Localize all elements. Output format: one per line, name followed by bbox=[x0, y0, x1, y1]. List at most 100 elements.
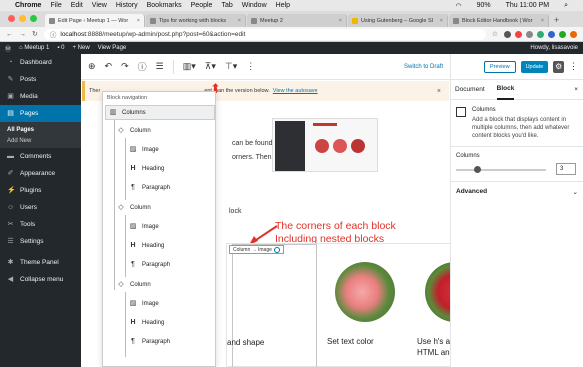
sidebar-item-dashboard[interactable]: ◔ Dashboard bbox=[0, 54, 81, 71]
nav-item-image[interactable]: ▨ Image bbox=[129, 296, 159, 311]
sidebar-item-plugins[interactable]: ⚡ Plugins bbox=[0, 182, 81, 199]
view-autosave-link[interactable]: View the autosave bbox=[273, 88, 318, 94]
nav-item-columns[interactable]: ▥ Columns bbox=[105, 105, 215, 120]
update-button[interactable]: Update bbox=[520, 60, 549, 73]
columns-block-icon[interactable]: ▥▾ bbox=[183, 61, 196, 72]
extension-icon[interactable] bbox=[515, 30, 522, 38]
browser-tab[interactable]: Tips for working with blocks × bbox=[146, 14, 246, 27]
align-icon[interactable]: ⊼▾ bbox=[205, 61, 216, 72]
more-menu-icon[interactable]: ⋮ bbox=[569, 61, 578, 72]
submenu-all-pages[interactable]: All Pages bbox=[0, 124, 81, 135]
browser-tab[interactable]: Block Editor Handbook | Wor × bbox=[449, 14, 549, 27]
redo-icon[interactable]: ↷ bbox=[121, 61, 129, 72]
extension-icon[interactable] bbox=[504, 30, 511, 38]
menu-people[interactable]: People bbox=[191, 2, 213, 9]
screenshot-image[interactable] bbox=[272, 118, 378, 172]
menu-window[interactable]: Window bbox=[242, 2, 267, 9]
profile-avatar[interactable] bbox=[570, 30, 577, 38]
browser-tab[interactable]: Edit Page ‹ Meetup 1 — Wor × bbox=[45, 14, 145, 27]
slider-handle[interactable] bbox=[474, 166, 481, 173]
menu-file[interactable]: File bbox=[50, 2, 61, 9]
menu-edit[interactable]: Edit bbox=[71, 2, 83, 9]
sidebar-item-collapse[interactable]: ◀ Collapse menu bbox=[0, 271, 81, 288]
minimize-window-icon[interactable] bbox=[19, 15, 26, 22]
sidebar-item-users[interactable]: ☺ Users bbox=[0, 199, 81, 216]
nav-item-heading[interactable]: H Heading bbox=[129, 161, 164, 176]
new-tab-button[interactable]: + bbox=[554, 15, 559, 25]
sidebar-item-appearance[interactable]: ✐ Appearance bbox=[0, 165, 81, 182]
extension-icon[interactable] bbox=[559, 30, 566, 38]
close-tab-icon[interactable]: × bbox=[440, 18, 443, 24]
nav-item-column[interactable]: ◇ Column bbox=[117, 123, 150, 138]
paragraph-text[interactable]: orners. Then bbox=[232, 152, 272, 163]
close-tab-icon[interactable]: × bbox=[238, 18, 241, 24]
close-tab-icon[interactable]: × bbox=[541, 18, 544, 24]
menu-history[interactable]: History bbox=[116, 2, 138, 9]
extension-icon[interactable] bbox=[526, 30, 533, 38]
gear-icon[interactable]: ⚙ bbox=[553, 60, 564, 73]
close-icon[interactable]: × bbox=[437, 88, 441, 95]
columns-slider[interactable]: 3 bbox=[456, 163, 578, 175]
clock[interactable]: Thu 11:00 PM bbox=[506, 2, 549, 9]
sidebar-item-pages[interactable]: ▤ Pages bbox=[0, 105, 81, 122]
new-content-link[interactable]: + New bbox=[72, 45, 89, 51]
column-block[interactable]: Set text color bbox=[321, 244, 406, 367]
add-block-icon[interactable]: ⊕ bbox=[88, 61, 96, 72]
battery-label[interactable]: 90% bbox=[477, 2, 491, 9]
submenu-add-new[interactable]: Add New bbox=[0, 135, 81, 146]
undo-icon[interactable]: ↶ bbox=[105, 61, 113, 72]
site-name-link[interactable]: ⌂ Meetup 1 bbox=[19, 45, 49, 51]
sidebar-item-tools[interactable]: ✂ Tools bbox=[0, 216, 81, 233]
howdy-user[interactable]: Howdy, lisasavoie bbox=[530, 45, 578, 51]
comments-count[interactable]: ▪ 0 bbox=[57, 45, 64, 51]
nav-item-paragraph[interactable]: ¶ Paragraph bbox=[129, 257, 170, 272]
sidebar-item-posts[interactable]: ✎ Posts bbox=[0, 71, 81, 88]
block-breadcrumb[interactable]: Column → Image bbox=[229, 245, 284, 254]
block-mover-icon[interactable] bbox=[273, 246, 280, 253]
close-tab-icon[interactable]: × bbox=[339, 18, 342, 24]
nav-item-column[interactable]: ◇ Column bbox=[117, 200, 150, 215]
zoom-window-icon[interactable] bbox=[30, 15, 37, 22]
close-icon[interactable]: × bbox=[574, 80, 578, 99]
tab-document[interactable]: Document bbox=[455, 80, 485, 99]
nav-item-paragraph[interactable]: ¶ Paragraph bbox=[129, 180, 170, 195]
sidebar-item-media[interactable]: ▣ Media bbox=[0, 88, 81, 105]
menu-bookmarks[interactable]: Bookmarks bbox=[147, 2, 182, 9]
nav-item-image[interactable]: ▨ Image bbox=[129, 219, 159, 234]
tab-block[interactable]: Block bbox=[496, 79, 515, 100]
block-navigation-icon[interactable]: ☰ bbox=[156, 61, 164, 72]
close-tab-icon[interactable]: × bbox=[137, 18, 140, 24]
info-icon[interactable]: ⓘ bbox=[138, 60, 147, 73]
paragraph-text[interactable]: lock bbox=[229, 206, 241, 217]
preview-button[interactable]: Preview bbox=[484, 60, 516, 73]
wifi-icon[interactable]: ◠ bbox=[456, 2, 462, 10]
sidebar-item-settings[interactable]: ☰ Settings bbox=[0, 233, 81, 250]
switch-to-draft-button[interactable]: Switch to Draft bbox=[404, 64, 443, 70]
menu-tab[interactable]: Tab bbox=[221, 2, 232, 9]
more-options-icon[interactable]: ⋮ bbox=[246, 61, 255, 72]
browser-tab[interactable]: Meetup 2 × bbox=[247, 14, 347, 27]
view-page-link[interactable]: View Page bbox=[98, 45, 127, 51]
extension-icon[interactable] bbox=[548, 30, 555, 38]
nav-item-paragraph[interactable]: ¶ Paragraph bbox=[129, 334, 170, 349]
nav-item-image[interactable]: ▨ Image bbox=[129, 142, 159, 157]
back-icon[interactable]: ← bbox=[6, 31, 13, 38]
nav-item-column[interactable]: ◇ Column bbox=[117, 277, 150, 292]
wordpress-logo-icon[interactable]: Ⓦ bbox=[5, 44, 11, 53]
nav-item-heading[interactable]: H Heading bbox=[129, 238, 164, 253]
columns-number-input[interactable]: 3 bbox=[556, 163, 576, 175]
vertical-align-icon[interactable]: ⊤▾ bbox=[225, 61, 237, 72]
column-text[interactable]: Set text color bbox=[327, 336, 374, 347]
url-field[interactable]: ⓘ localhost:8888/meetup/wp-admin/post.ph… bbox=[43, 28, 486, 40]
search-icon[interactable]: ⌕ bbox=[564, 2, 568, 10]
extension-icon[interactable] bbox=[537, 30, 544, 38]
menu-help[interactable]: Help bbox=[276, 2, 290, 9]
bookmark-star-icon[interactable]: ☆ bbox=[492, 30, 498, 38]
paragraph-text[interactable]: can be found bbox=[232, 138, 272, 149]
app-menu[interactable]: Chrome bbox=[15, 2, 41, 9]
close-window-icon[interactable] bbox=[8, 15, 15, 22]
sidebar-item-comments[interactable]: ▬ Comments bbox=[0, 148, 81, 165]
advanced-section[interactable]: Advanced ⌄ bbox=[451, 182, 583, 202]
menu-view[interactable]: View bbox=[92, 2, 107, 9]
browser-tab[interactable]: Using Gutenberg – Google Sl × bbox=[348, 14, 448, 27]
